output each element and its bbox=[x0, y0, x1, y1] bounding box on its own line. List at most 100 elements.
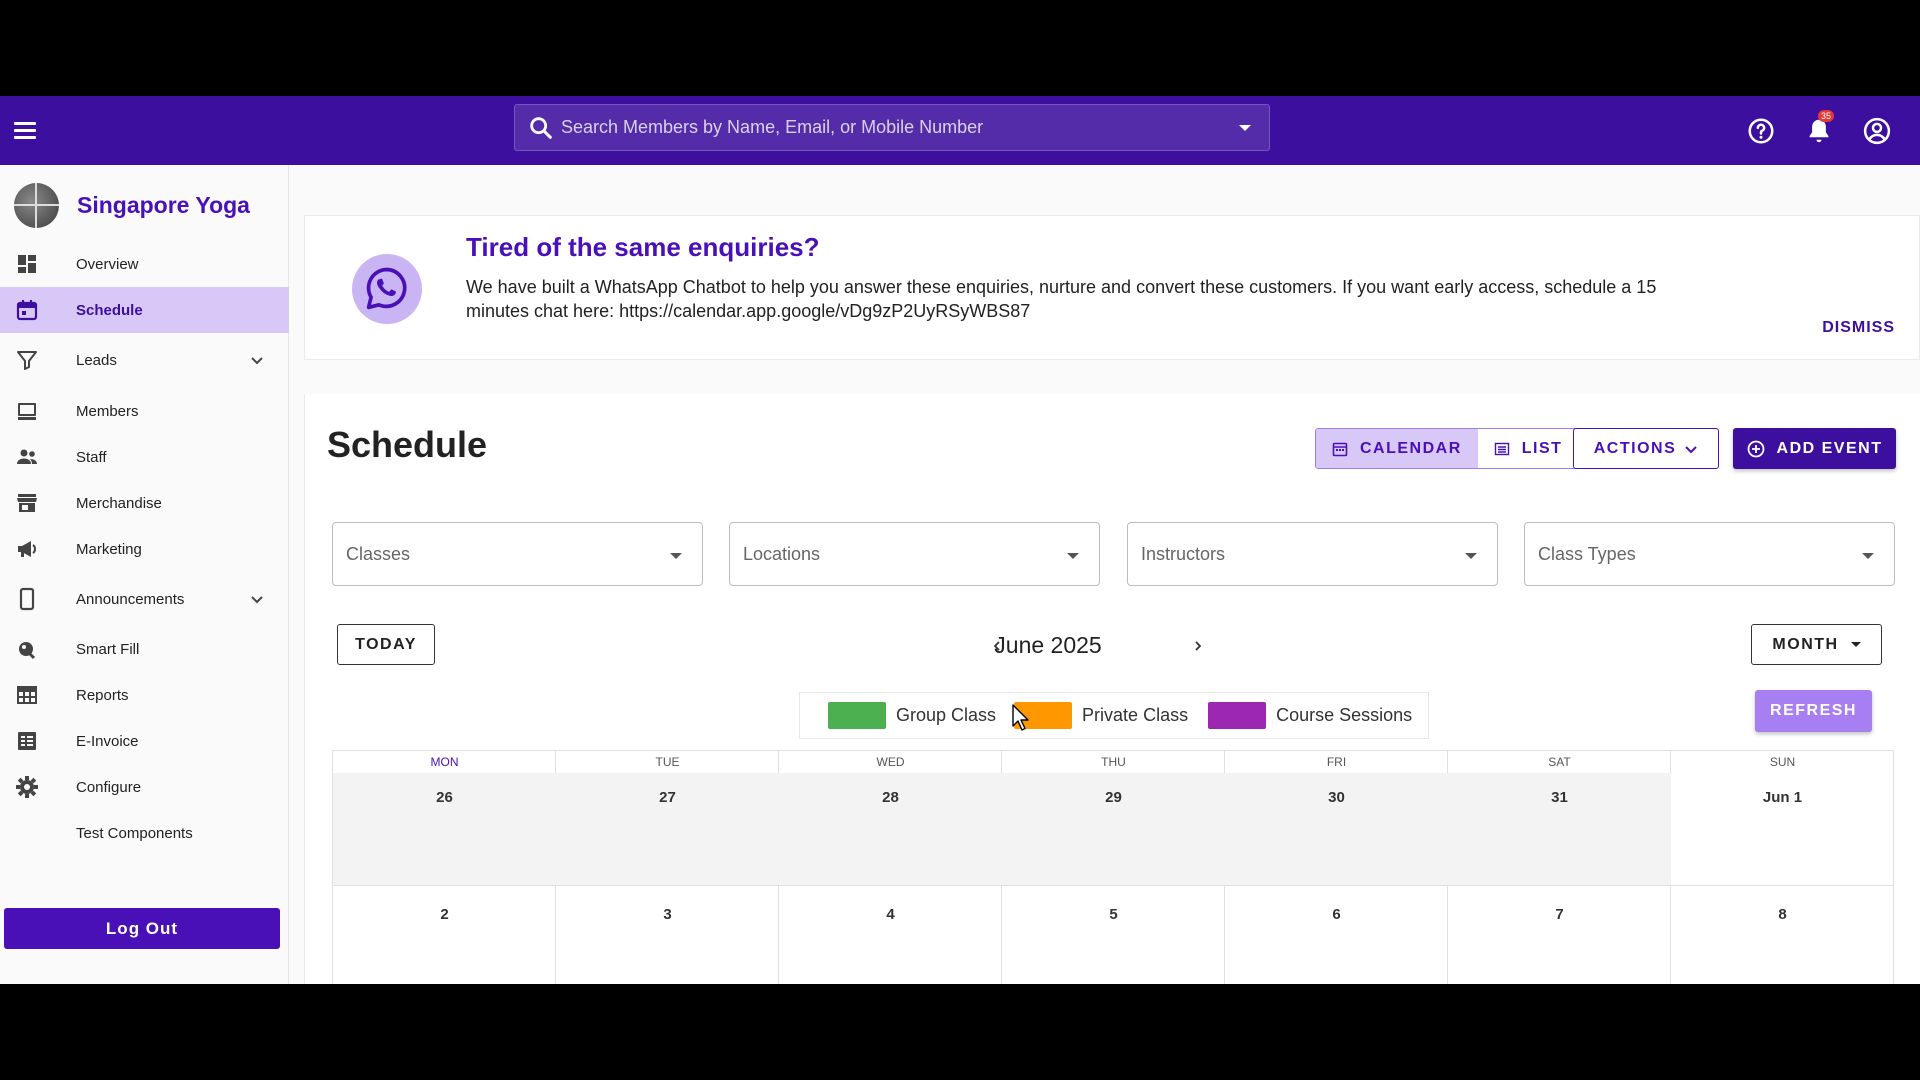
sidebar-item-label: Announcements bbox=[76, 590, 185, 608]
letterbox-bottom bbox=[0, 984, 1920, 1080]
banner-title: Tired of the same enquiries? bbox=[466, 232, 820, 262]
day-number: 8 bbox=[1778, 906, 1787, 923]
dropdown-arrow-icon bbox=[1067, 553, 1079, 559]
chevron-down-icon[interactable] bbox=[249, 591, 265, 607]
sidebar-item-label: Leads bbox=[76, 351, 117, 369]
sidebar-item-label: Overview bbox=[76, 255, 139, 273]
dropdown-arrow-icon bbox=[670, 553, 682, 559]
app-window: 35 Singapore Yoga Overview Schedule Lead bbox=[0, 96, 1920, 984]
next-month-button[interactable] bbox=[1186, 634, 1210, 658]
today-button[interactable]: TODAY bbox=[337, 624, 435, 665]
search-input[interactable] bbox=[555, 117, 1239, 138]
brand[interactable]: Singapore Yoga bbox=[14, 183, 250, 228]
list-view-button[interactable]: LIST bbox=[1477, 429, 1579, 468]
sidebar-item-test-components[interactable]: Test Components bbox=[0, 810, 289, 856]
whatsapp-icon bbox=[352, 254, 422, 324]
calendar-view-button[interactable]: CALENDAR bbox=[1316, 429, 1478, 468]
notifications-bell-icon[interactable]: 35 bbox=[1804, 109, 1835, 146]
sidebar-item-staff[interactable]: Staff bbox=[0, 434, 289, 480]
sidebar-item-label: Marketing bbox=[76, 540, 142, 558]
sidebar-item-label: Staff bbox=[76, 448, 107, 466]
calendar-day-cell[interactable]: 5 bbox=[1002, 886, 1225, 984]
sidebar-item-announcements[interactable]: Announcements bbox=[0, 576, 289, 622]
locations-filter[interactable]: Locations bbox=[729, 522, 1100, 586]
calendar-day-cell[interactable]: 29 bbox=[1002, 773, 1225, 886]
studio-logo bbox=[14, 183, 59, 228]
hamburger-menu-icon[interactable] bbox=[14, 118, 40, 144]
sidebar-item-label: Smart Fill bbox=[76, 640, 140, 658]
instructors-filter[interactable]: Instructors bbox=[1127, 522, 1498, 586]
weekday-header: WED bbox=[876, 755, 905, 769]
sidebar-item-configure[interactable]: Configure bbox=[0, 764, 289, 810]
gear-icon bbox=[14, 774, 40, 800]
day-number: 6 bbox=[1332, 906, 1341, 923]
view-toggle: CALENDAR LIST bbox=[1315, 428, 1580, 469]
studio-name: Singapore Yoga bbox=[77, 192, 250, 218]
calendar-day-cell[interactable]: Jun 1 bbox=[1671, 773, 1894, 886]
day-number: 3 bbox=[663, 906, 672, 923]
legend-label: Group Class bbox=[896, 705, 997, 725]
calendar-icon bbox=[1332, 442, 1348, 456]
calendar-day-cell[interactable]: 7 bbox=[1448, 886, 1671, 984]
add-event-label: ADD EVENT bbox=[1776, 439, 1883, 457]
actions-button[interactable]: ACTIONS bbox=[1573, 428, 1719, 469]
calendar-day-cell[interactable]: 28 bbox=[779, 773, 1002, 886]
members-icon bbox=[14, 398, 40, 424]
sidebar-item-merchandise[interactable]: Merchandise bbox=[0, 480, 289, 526]
account-circle-icon[interactable] bbox=[1862, 116, 1892, 146]
search-icon bbox=[530, 116, 552, 139]
filter-icon bbox=[14, 347, 40, 373]
chevron-down-icon[interactable] bbox=[249, 352, 265, 368]
class-types-filter[interactable]: Class Types bbox=[1524, 522, 1895, 586]
sidebar-item-marketing[interactable]: Marketing bbox=[0, 526, 289, 572]
dropdown-arrow-icon bbox=[1862, 553, 1874, 559]
sidebar-item-label: E-Invoice bbox=[76, 732, 139, 750]
legend-label: Private Class bbox=[1082, 705, 1189, 725]
weekday-header: TUE bbox=[655, 755, 680, 769]
calendar-day-cell[interactable]: 8 bbox=[1671, 886, 1894, 984]
weekday-header: FRI bbox=[1326, 755, 1347, 769]
top-app-bar: 35 bbox=[0, 96, 1920, 165]
search-dropdown-icon[interactable] bbox=[1239, 124, 1251, 131]
calendar-day-cell[interactable]: 4 bbox=[779, 886, 1002, 984]
calendar-column: SAT 31 7 bbox=[1448, 751, 1671, 984]
calendar-day-cell[interactable]: 26 bbox=[333, 773, 556, 886]
sidebar-item-members[interactable]: Members bbox=[0, 388, 289, 434]
weekday-header: THU bbox=[1101, 755, 1126, 769]
notification-badge: 35 bbox=[1818, 109, 1835, 122]
calendar-day-cell[interactable]: 30 bbox=[1225, 773, 1448, 886]
sidebar-item-e-invoice[interactable]: E-Invoice bbox=[0, 718, 289, 764]
sidebar-item-label: Members bbox=[76, 402, 139, 420]
sidebar-item-leads[interactable]: Leads bbox=[0, 337, 289, 383]
megaphone-icon bbox=[14, 536, 40, 562]
whatsapp-chatbot-banner: Tired of the same enquiries? We have bui… bbox=[304, 215, 1920, 360]
calendar-column: FRI 30 6 bbox=[1225, 751, 1448, 984]
refresh-button[interactable]: REFRESH bbox=[1755, 690, 1872, 732]
calendar-column: THU 29 5 bbox=[1002, 751, 1225, 984]
day-number: 5 bbox=[1109, 906, 1118, 923]
calendar-day-cell[interactable]: 31 bbox=[1448, 773, 1671, 886]
calendar-day-cell[interactable]: 6 bbox=[1225, 886, 1448, 984]
sidebar-item-label: Test Components bbox=[76, 824, 193, 842]
day-number: 26 bbox=[436, 789, 453, 806]
sidebar-item-overview[interactable]: Overview bbox=[0, 241, 289, 287]
calendar-day-cell[interactable]: 3 bbox=[556, 886, 779, 984]
classes-filter[interactable]: Classes bbox=[332, 522, 703, 586]
table-icon bbox=[14, 682, 40, 708]
add-event-button[interactable]: ADD EVENT bbox=[1733, 428, 1896, 469]
sidebar-item-schedule[interactable]: Schedule bbox=[0, 287, 289, 333]
calendar-day-cell[interactable]: 2 bbox=[333, 886, 556, 984]
sidebar-item-smart-fill[interactable]: Smart Fill bbox=[0, 626, 289, 672]
logout-button[interactable]: Log Out bbox=[4, 908, 280, 949]
people-icon bbox=[14, 444, 40, 470]
invoice-icon bbox=[14, 728, 40, 754]
legend-label: Course Sessions bbox=[1276, 705, 1413, 725]
month-view-dropdown[interactable]: MONTH bbox=[1751, 624, 1882, 665]
sidebar-item-reports[interactable]: Reports bbox=[0, 672, 289, 718]
member-search-field[interactable] bbox=[514, 104, 1270, 151]
banner-text: We have built a WhatsApp Chatbot to help… bbox=[466, 277, 1657, 321]
help-icon[interactable] bbox=[1746, 116, 1776, 146]
sidebar-item-label: Reports bbox=[76, 686, 129, 704]
dismiss-button[interactable]: DISMISS bbox=[1822, 319, 1895, 337]
calendar-day-cell[interactable]: 27 bbox=[556, 773, 779, 886]
